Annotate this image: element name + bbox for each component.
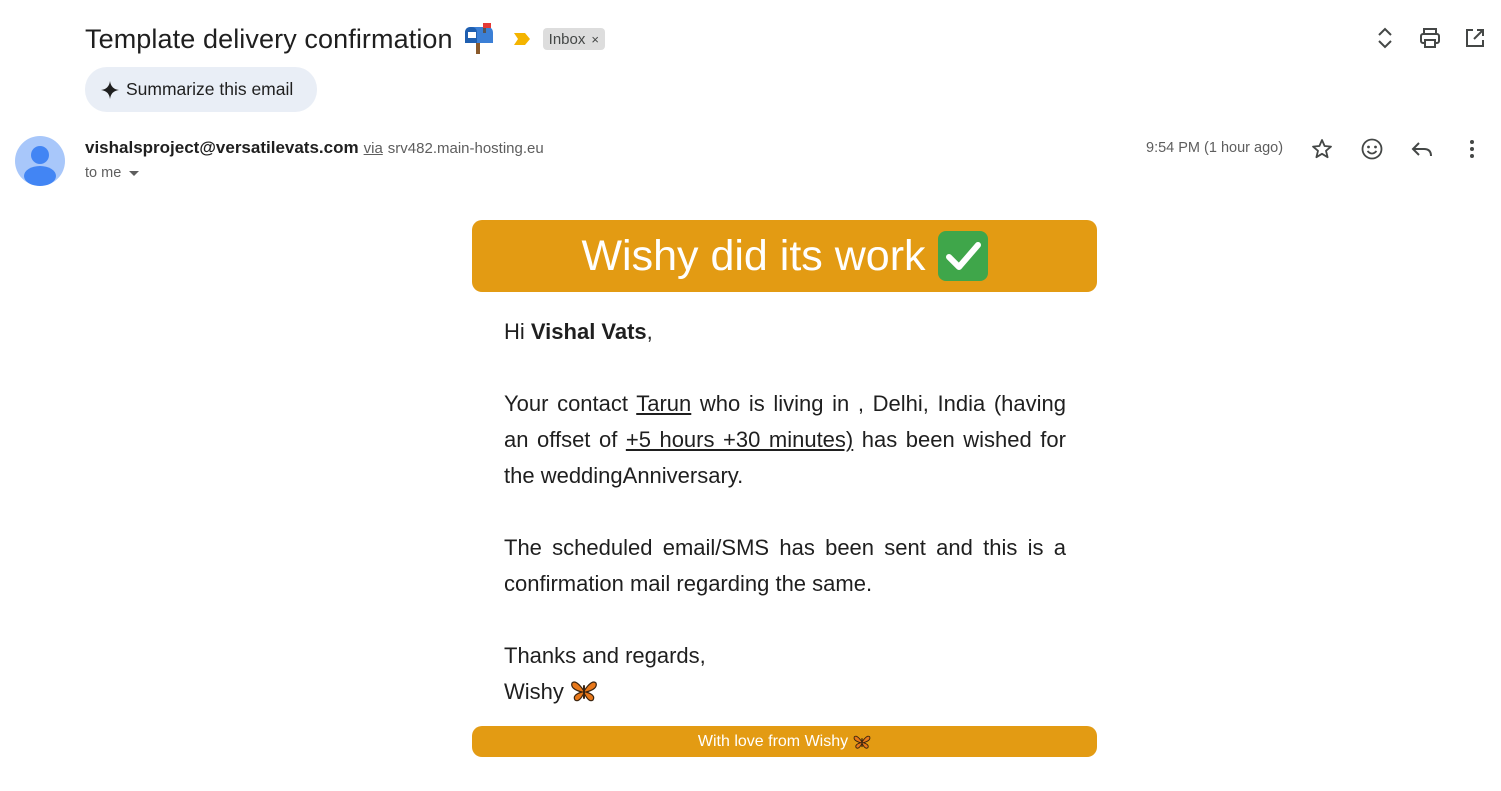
importance-marker-icon[interactable]: [513, 32, 531, 46]
star-icon[interactable]: [1310, 137, 1334, 161]
signature-name: Wishy: [504, 679, 564, 704]
closing: Thanks and regards,: [504, 643, 706, 668]
inbox-label-chip: Inbox ×: [542, 28, 605, 50]
more-vert-icon[interactable]: [1460, 137, 1484, 161]
reply-icon[interactable]: [1410, 137, 1434, 161]
via-host: srv482.main-hosting.eu: [387, 140, 544, 157]
remove-label-icon[interactable]: ×: [591, 32, 599, 47]
email-subject: Template delivery confirmation: [85, 23, 453, 54]
summarize-label: Summarize this email: [126, 79, 294, 99]
email-footer: With love from Wishy: [472, 726, 1097, 757]
greeting: Hi Vishal Vats,: [504, 314, 1066, 350]
sender-row: vishalsproject@versatilevats.com via srv…: [85, 138, 544, 158]
summarize-email-button[interactable]: Summarize this email: [85, 67, 317, 112]
label-chip-text: Inbox: [548, 30, 586, 48]
emoji-reaction-icon[interactable]: [1360, 137, 1384, 161]
butterfly-icon: [570, 678, 598, 702]
contact-name-link[interactable]: Tarun: [636, 391, 691, 416]
sender-email[interactable]: vishalsproject@versatilevats.com: [85, 138, 359, 158]
mailbox-icon: [461, 23, 497, 55]
banner-title: Wishy did its work: [581, 231, 926, 280]
chevron-down-icon: [129, 170, 140, 176]
greeting-suffix: ,: [646, 319, 653, 344]
signature: Wishy: [504, 674, 1066, 710]
p1-part-a: Your contact: [504, 391, 637, 416]
body-paragraph-2: The scheduled email/SMS has been sent an…: [504, 535, 1066, 596]
offset-link[interactable]: +5 hours +30 minutes): [626, 427, 853, 452]
recipients-toggle[interactable]: to me: [85, 165, 140, 181]
expand-collapse-icon[interactable]: [1373, 26, 1397, 50]
butterfly-icon: [853, 734, 871, 750]
message-time: 9:54 PM (1 hour ago): [1146, 140, 1284, 156]
open-new-window-icon[interactable]: [1463, 26, 1487, 50]
print-icon[interactable]: [1418, 26, 1442, 50]
thread-actions: [1373, 26, 1487, 50]
subject-row: Template delivery confirmation Inbox ×: [85, 20, 605, 58]
greeting-prefix: Hi: [504, 319, 531, 344]
recipient-name: Vishal Vats: [530, 319, 647, 344]
sparkle-icon: [101, 80, 119, 99]
email-banner: Wishy did its work: [472, 220, 1097, 292]
sender-avatar[interactable]: [15, 136, 65, 186]
via-link[interactable]: via: [364, 140, 383, 157]
to-label: to me: [85, 165, 122, 181]
body-paragraph-1: Your contact Tarun who is living in , De…: [504, 386, 1066, 494]
message-actions: [1310, 137, 1484, 161]
email-body: Hi Vishal Vats, Your contact Tarun who i…: [504, 314, 1066, 710]
footer-text: With love from Wishy: [697, 732, 849, 750]
check-mark-icon: [937, 231, 988, 281]
